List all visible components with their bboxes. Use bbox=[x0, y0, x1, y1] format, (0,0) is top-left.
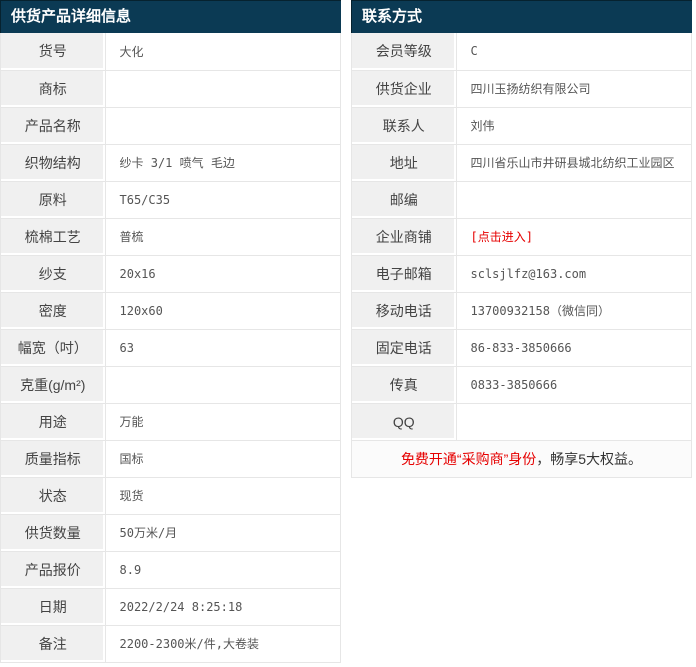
shop-enter-link[interactable]: [点击进入] bbox=[471, 230, 533, 244]
table-row: 日期 2022/2/24 8:25:18 bbox=[1, 588, 340, 626]
table-row: 状态 现货 bbox=[1, 477, 340, 515]
table-row: 邮编 bbox=[352, 181, 691, 219]
row-label: 商标 bbox=[1, 70, 106, 108]
row-label: 固定电话 bbox=[352, 329, 457, 367]
membership-promo-text: ，畅享5大权益。 bbox=[536, 450, 643, 467]
row-value bbox=[105, 107, 340, 145]
table-row: 固定电话 86-833-3850666 bbox=[352, 329, 691, 367]
product-detail-panel: 供货产品详细信息 货号 大化 商标 产品名称 织物结构 纱卡 3/1 喷气 毛边 原… bbox=[0, 0, 341, 663]
row-value: 13700932158（微信同） bbox=[456, 292, 691, 330]
product-detail-table: 货号 大化 商标 产品名称 织物结构 纱卡 3/1 喷气 毛边 原料 T65/C35 … bbox=[0, 33, 341, 663]
table-row: 原料 T65/C35 bbox=[1, 181, 340, 219]
row-value: 四川玉扬纺织有限公司 bbox=[456, 70, 691, 108]
row-value: 0833-3850666 bbox=[456, 366, 691, 404]
row-label: 状态 bbox=[1, 477, 106, 515]
row-label: 日期 bbox=[1, 588, 106, 626]
table-row: 织物结构 纱卡 3/1 喷气 毛边 bbox=[1, 144, 340, 182]
table-row: 货号 大化 bbox=[1, 33, 340, 71]
row-label: 用途 bbox=[1, 403, 106, 441]
contact-panel: 联系方式 会员等级 C 供货企业 四川玉扬纺织有限公司 联系人 刘伟 地址 四川省乐山市… bbox=[351, 0, 692, 663]
table-row: 纱支 20x16 bbox=[1, 255, 340, 293]
table-row: 企业商铺 [点击进入] bbox=[352, 218, 691, 256]
table-row: 克重(g/m²) bbox=[1, 366, 340, 404]
row-value bbox=[456, 403, 691, 441]
row-value: 四川省乐山市井研县城北纺织工业园区 bbox=[456, 144, 691, 182]
table-row: 免费开通“采购商”身份，畅享5大权益。 bbox=[352, 440, 691, 477]
table-row: 传真 0833-3850666 bbox=[352, 366, 691, 404]
table-row: 密度 120x60 bbox=[1, 292, 340, 330]
table-row: 商标 bbox=[1, 70, 340, 108]
row-label: 货号 bbox=[1, 33, 106, 71]
row-value: 万能 bbox=[105, 403, 340, 441]
row-label: 地址 bbox=[352, 144, 457, 182]
product-panel-title: 供货产品详细信息 bbox=[0, 0, 341, 33]
row-value bbox=[456, 181, 691, 219]
row-value: 国标 bbox=[105, 440, 340, 478]
row-label: 密度 bbox=[1, 292, 106, 330]
row-label: 供货企业 bbox=[352, 70, 457, 108]
membership-promo-link[interactable]: 免费开通“采购商”身份 bbox=[401, 451, 536, 467]
row-label: 备注 bbox=[1, 625, 106, 662]
row-value: 刘伟 bbox=[456, 107, 691, 145]
row-label: 产品报价 bbox=[1, 551, 106, 589]
row-value: 120x60 bbox=[105, 292, 340, 330]
row-label: 纱支 bbox=[1, 255, 106, 293]
row-label: 联系人 bbox=[352, 107, 457, 145]
row-value: sclsjlfz@163.com bbox=[456, 255, 691, 293]
row-value: 2200-2300米/件,大卷装 bbox=[119, 637, 259, 652]
row-value: 86-833-3850666 bbox=[456, 329, 691, 367]
row-value: [点击进入] bbox=[456, 218, 691, 256]
row-label: 幅宽（吋） bbox=[1, 329, 106, 367]
row-value: 20x16 bbox=[105, 255, 340, 293]
row-label: 质量指标 bbox=[1, 440, 106, 478]
row-label: 移动电话 bbox=[352, 292, 457, 330]
row-label: 会员等级 bbox=[352, 33, 457, 71]
row-value bbox=[105, 366, 340, 404]
table-row: 地址 四川省乐山市井研县城北纺织工业园区 bbox=[352, 144, 691, 182]
row-label: 邮编 bbox=[352, 181, 457, 219]
row-label: 梳棉工艺 bbox=[1, 218, 106, 256]
row-value: 大化 bbox=[105, 33, 340, 71]
table-row: 幅宽（吋） 63 bbox=[1, 329, 340, 367]
row-value: C bbox=[456, 33, 691, 71]
table-row: 产品名称 bbox=[1, 107, 340, 145]
contact-panel-title: 联系方式 bbox=[351, 0, 692, 33]
row-label: 克重(g/m²) bbox=[1, 366, 106, 404]
table-row: 质量指标 国标 bbox=[1, 440, 340, 478]
contact-table: 会员等级 C 供货企业 四川玉扬纺织有限公司 联系人 刘伟 地址 四川省乐山市井研县城北… bbox=[351, 33, 692, 478]
table-row: 备注 2200-2300米/件,大卷装 bbox=[1, 625, 340, 662]
table-row: 联系人 刘伟 bbox=[352, 107, 691, 145]
row-value: 现货 bbox=[105, 477, 340, 515]
row-label: QQ bbox=[352, 403, 457, 441]
table-row: 会员等级 C bbox=[352, 33, 691, 71]
row-value: 63 bbox=[105, 329, 340, 367]
membership-promo: 免费开通“采购商”身份，畅享5大权益。 bbox=[352, 440, 691, 477]
row-value bbox=[105, 70, 340, 108]
row-label: 企业商铺 bbox=[352, 218, 457, 256]
table-row: 梳棉工艺 普梳 bbox=[1, 218, 340, 256]
table-row: QQ bbox=[352, 403, 691, 441]
row-label: 传真 bbox=[352, 366, 457, 404]
row-label: 织物结构 bbox=[1, 144, 106, 182]
row-value: 8.9 bbox=[105, 551, 340, 589]
row-value: 2022/2/24 8:25:18 bbox=[105, 588, 340, 626]
table-row: 移动电话 13700932158（微信同） bbox=[352, 292, 691, 330]
row-label: 原料 bbox=[1, 181, 106, 219]
table-row: 产品报价 8.9 bbox=[1, 551, 340, 589]
page: 供货产品详细信息 货号 大化 商标 产品名称 织物结构 纱卡 3/1 喷气 毛边 原… bbox=[0, 0, 696, 663]
row-value: 50万米/月 bbox=[105, 514, 340, 552]
row-value: 纱卡 3/1 喷气 毛边 bbox=[105, 144, 340, 182]
row-value: T65/C35 bbox=[105, 181, 340, 219]
row-label: 供货数量 bbox=[1, 514, 106, 552]
row-label: 电子邮箱 bbox=[352, 255, 457, 293]
table-row: 用途 万能 bbox=[1, 403, 340, 441]
row-label: 产品名称 bbox=[1, 107, 106, 145]
table-row: 供货企业 四川玉扬纺织有限公司 bbox=[352, 70, 691, 108]
row-value: 普梳 bbox=[105, 218, 340, 256]
table-row: 电子邮箱 sclsjlfz@163.com bbox=[352, 255, 691, 293]
table-row: 供货数量 50万米/月 bbox=[1, 514, 340, 552]
